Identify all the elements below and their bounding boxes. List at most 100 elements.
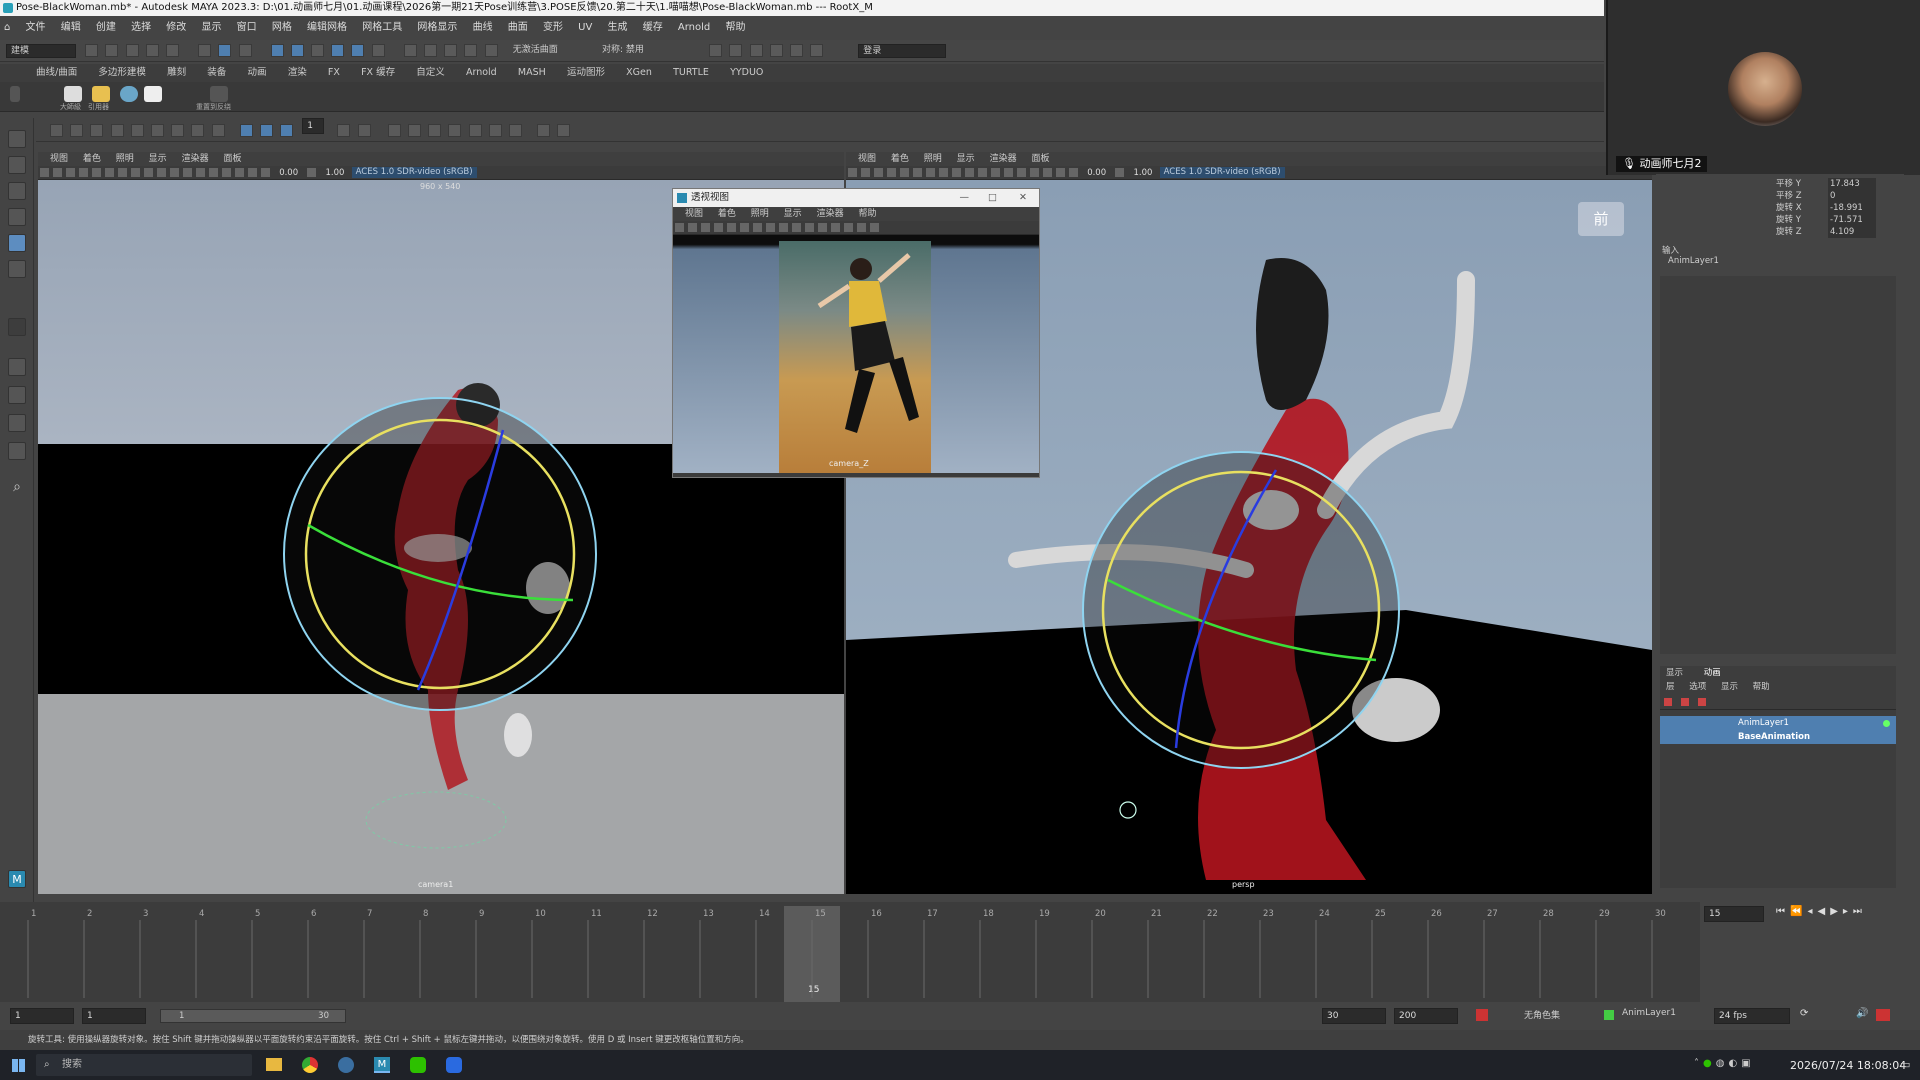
vp-left-exposure-value[interactable]: 0.00 [279,168,298,178]
fps-dropdown[interactable]: 24 fps [1714,1008,1790,1024]
vp-right-texture-icon[interactable] [900,168,909,177]
single-view-icon[interactable] [8,358,26,376]
vp-left-color-space[interactable]: ACES 1.0 SDR-video (sRGB) [351,167,477,178]
menu-file[interactable]: 文件 [26,22,46,33]
menu-display[interactable]: 显示 [201,22,221,33]
menu-curves[interactable]: 曲线 [473,22,493,33]
vp-left-gamma-icon[interactable] [307,168,317,177]
line-icon[interactable] [130,124,144,137]
select-by-dynamics-icon[interactable] [351,44,365,57]
vp-right-safe-icon[interactable] [1030,168,1039,177]
fw-tool-10-icon[interactable] [792,223,801,232]
snap-curve-icon[interactable] [424,44,437,57]
attr-value-rotate-y[interactable]: -71.571 [1828,214,1876,226]
vp-right-smooth-icon[interactable] [887,168,896,177]
vp-right-menu-view[interactable]: 视图 [858,154,876,164]
fw-tool-6-icon[interactable] [740,223,749,232]
menu-mesh-display[interactable]: 网格显示 [417,22,457,33]
frame-next-icon[interactable] [508,124,522,137]
step-forward-frame-icon[interactable]: ▸ [1843,906,1853,917]
record-icon[interactable] [1876,1009,1890,1021]
save-scene-icon[interactable] [125,44,139,57]
undo-icon[interactable] [145,44,159,57]
menu-edit-mesh[interactable]: 编辑网格 [307,22,347,33]
character-set-label[interactable]: 无角色集 [1524,1008,1560,1021]
menu-edit[interactable]: 编辑 [61,22,81,33]
fw-tool-16-icon[interactable] [870,223,879,232]
tray-wechat-icon[interactable]: ● [1703,1058,1716,1069]
render-settings-icon[interactable] [769,44,783,57]
four-view-icon[interactable] [8,386,26,404]
layer-new-icon[interactable] [1664,698,1672,706]
layer-tab-anim[interactable]: 动画 [1704,668,1721,678]
vp-left-bookmark-icon[interactable] [248,168,257,177]
steam-icon[interactable] [338,1057,354,1073]
symmetry-dropdown[interactable]: 对称: 禁用 [598,44,688,58]
pause-icon[interactable] [810,44,824,57]
arrow-icon[interactable] [150,124,164,137]
menu-deform[interactable]: 变形 [543,22,563,33]
layer-row-baseanimation[interactable]: BaseAnimation [1660,730,1896,744]
layer-delete-icon[interactable] [1698,698,1707,706]
vp-right-menu-lighting[interactable]: 照明 [924,154,942,164]
vp-right-field-icon[interactable] [1017,168,1026,177]
paint-tool-icon[interactable] [8,318,26,336]
login-dropdown[interactable]: 登录 [858,44,947,58]
shelf-tool-1-icon[interactable] [64,86,82,102]
fw-tool-11-icon[interactable] [805,223,814,232]
select-component-icon[interactable] [238,44,252,57]
fw-tool-1-icon[interactable] [675,223,684,232]
fw-tool-15-icon[interactable] [857,223,866,232]
minimize-icon[interactable]: — [960,189,970,207]
shelf-tab-motion-graphics[interactable]: 运动图形 [567,67,605,78]
delete-icon[interactable] [408,124,421,137]
shelf-tab-xgen[interactable]: XGen [626,67,652,78]
shelf-tool-2-icon[interactable] [92,86,110,102]
close-icon[interactable]: ✕ [1019,189,1027,207]
pencil-icon[interactable] [70,124,84,137]
menu-create[interactable]: 创建 [96,22,116,33]
vp-left-light-icon[interactable] [105,168,114,177]
inputs-animlayer[interactable]: AnimLayer1 [1668,256,1719,266]
vp-left-exposure-icon[interactable] [261,168,270,177]
lasso-icon[interactable] [211,124,225,137]
vp-right-res-icon[interactable] [1004,168,1013,177]
color-swatch-icon[interactable] [239,124,253,137]
shelf-tab-sculpt[interactable]: 雕刻 [167,67,186,78]
vp-right-menu-show[interactable]: 显示 [957,154,975,164]
import-icon[interactable] [557,124,571,137]
select-object-icon[interactable] [218,44,232,57]
shelf-tool-4-icon[interactable] [144,86,162,102]
animation-start-field[interactable]: 1 [10,1008,74,1024]
shelf-tab-arnold[interactable]: Arnold [466,67,497,78]
shelf-tab-rendering[interactable]: 渲染 [288,67,307,78]
home-icon[interactable]: ⌂ [4,22,10,33]
render-frame-icon[interactable] [709,44,723,57]
attr-value-rotate-z[interactable]: 4.109 [1828,226,1876,238]
shelf-tool-3-icon[interactable] [120,86,138,102]
redo-icon[interactable] [165,44,179,57]
tray-ime-icon[interactable]: ▣ [1741,1058,1754,1069]
vp-right-grid-icon[interactable] [861,168,870,177]
maya-taskbar-icon[interactable]: M [374,1057,390,1073]
taskbar-search-box[interactable]: ⌕ 搜索 [36,1054,252,1076]
hypershade-icon[interactable] [789,44,803,57]
maya-logo-icon[interactable]: M [8,870,26,888]
text-icon[interactable] [110,124,124,137]
time-slider[interactable]: 1 2 3 4 5 6 7 8 9 10 11 12 13 14 15 15 16 17 18 19 20 21 22 23 2… [0,902,1862,1002]
layer-row-animlayer1[interactable]: AnimLayer1 [1660,716,1896,730]
vp-left-grid-icon[interactable] [53,168,62,177]
range-slider[interactable]: 1 30 [160,1009,346,1023]
attr-value-translate-z[interactable]: 0 [1828,190,1876,202]
menu-surfaces[interactable]: 曲面 [508,22,528,33]
snap-view-icon[interactable] [464,44,478,57]
menu-cache[interactable]: 缓存 [643,22,663,33]
vp-left-menu-view[interactable]: 视图 [50,154,68,164]
tray-volume-icon[interactable]: ◐ [1728,1058,1741,1069]
vp-left-isolate-icon[interactable] [170,168,179,177]
vp-left-shadow-icon[interactable] [118,168,127,177]
vp-right-isolate-icon[interactable] [978,168,987,177]
layer-tab-display[interactable]: 显示 [1666,668,1683,678]
eraser-icon[interactable] [90,124,104,137]
fw-menu-view[interactable]: 视图 [685,209,703,219]
